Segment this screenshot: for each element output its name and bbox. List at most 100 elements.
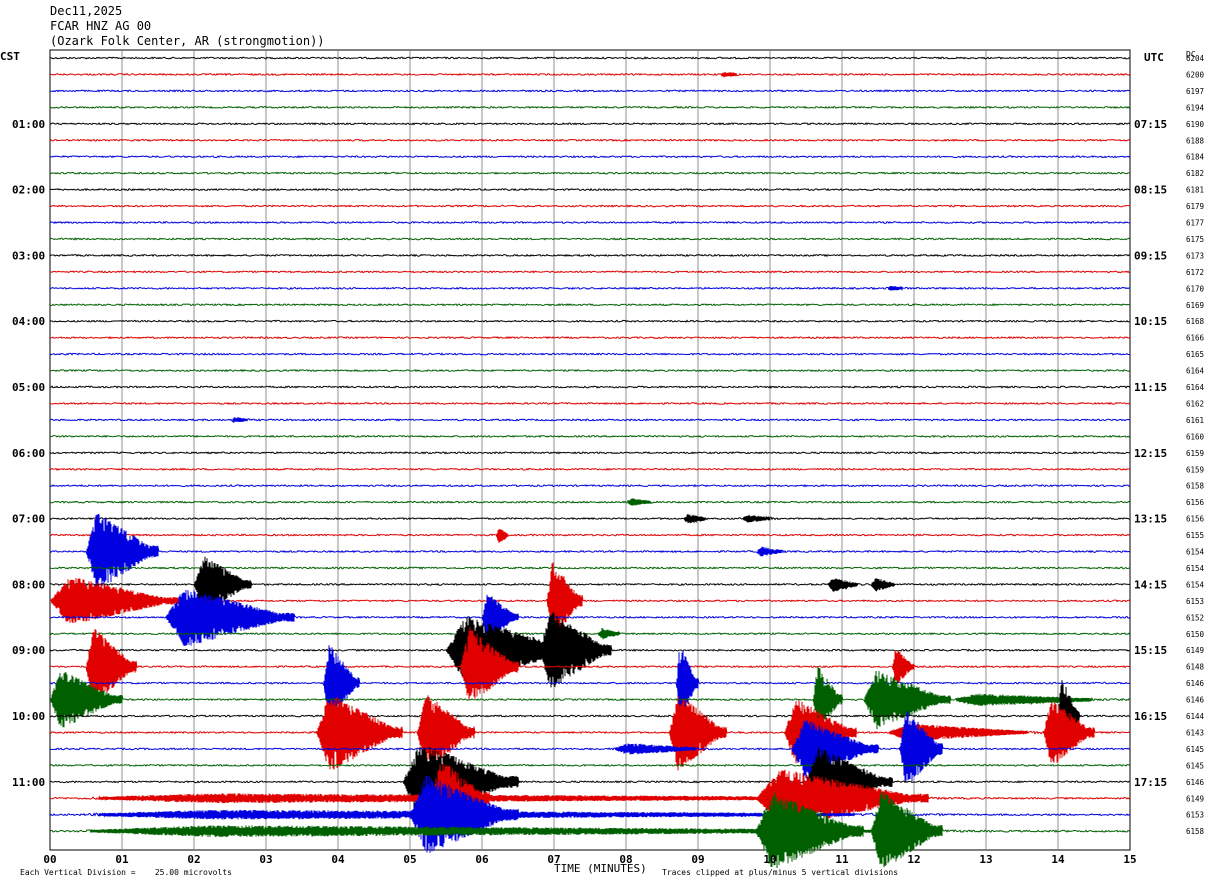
- x-tick-label: 05: [403, 853, 416, 866]
- trace-row: [49, 138, 1131, 142]
- x-tick-label: 02: [187, 853, 200, 866]
- left-time-tick: 05:00: [12, 381, 45, 394]
- trace-row: [49, 154, 1131, 159]
- dc-value: 6204: [1186, 54, 1205, 63]
- dc-value: 6145: [1186, 761, 1204, 770]
- trace-row: [49, 417, 1131, 423]
- trace-row: [49, 434, 1130, 438]
- trace-row: [49, 763, 1131, 767]
- x-tick-label: 09: [691, 853, 704, 866]
- dc-value: 6161: [1186, 416, 1204, 425]
- trace-row: [49, 762, 1131, 836]
- dc-value: 6149: [1186, 646, 1204, 655]
- trace-row: [49, 319, 1131, 323]
- x-tick-label: 00: [43, 853, 56, 866]
- trace-row: [49, 401, 1131, 406]
- dc-value: 6164: [1186, 383, 1205, 392]
- x-tick-label: 03: [259, 853, 272, 866]
- trace-row: [49, 775, 1131, 853]
- left-time-tick: 09:00: [12, 644, 45, 657]
- trace-row: [49, 695, 1131, 771]
- trace-row: [50, 171, 1130, 175]
- dc-value: 6181: [1186, 186, 1204, 195]
- dc-value: 6182: [1186, 169, 1204, 178]
- dc-value: 6145: [1186, 745, 1204, 754]
- right-time-tick: 07:15: [1134, 118, 1167, 131]
- left-time-tick: 10:00: [12, 710, 45, 723]
- right-time-tick: 09:15: [1134, 249, 1167, 262]
- right-time-tick: 15:15: [1134, 644, 1167, 657]
- dc-value: 6168: [1186, 317, 1205, 326]
- dc-value: 6190: [1186, 120, 1205, 129]
- dc-value: 6160: [1186, 432, 1205, 441]
- trace-row: [49, 285, 1130, 292]
- right-time-tick: 12:15: [1134, 447, 1167, 460]
- trace-row: [49, 385, 1131, 389]
- trace-row: [49, 513, 1131, 524]
- dc-value: 6159: [1186, 449, 1204, 458]
- right-time-tick: 10:15: [1134, 315, 1167, 328]
- dc-value: 6150: [1186, 630, 1205, 639]
- trace-row: [49, 467, 1131, 471]
- trace-row: [49, 220, 1131, 225]
- dc-value: 6169: [1186, 301, 1204, 310]
- dc-value: 6144: [1186, 712, 1205, 721]
- dc-value: 6159: [1186, 465, 1204, 474]
- left-time-tick: 07:00: [12, 513, 45, 526]
- x-tick-label: 06: [475, 853, 489, 866]
- left-time-tick: 11:00: [12, 776, 45, 789]
- dc-value: 6148: [1186, 663, 1205, 672]
- left-time-tick: 02:00: [12, 184, 45, 197]
- dc-value: 6184: [1186, 153, 1205, 162]
- dc-value: 6200: [1186, 70, 1205, 79]
- trace-row: [49, 204, 1130, 208]
- trace-row: [49, 498, 1131, 506]
- dc-value: 6153: [1186, 597, 1204, 606]
- dc-value: 6177: [1186, 219, 1204, 228]
- x-axis-title: TIME (MINUTES): [554, 862, 647, 875]
- left-time-tick: 04:00: [12, 315, 45, 328]
- dc-value: 6154: [1186, 548, 1205, 557]
- trace-row: [49, 105, 1131, 109]
- right-time-tick: 08:15: [1134, 184, 1167, 197]
- x-tick-label: 01: [115, 853, 129, 866]
- x-tick-label: 11: [835, 853, 849, 866]
- dc-value: 6153: [1186, 811, 1204, 820]
- dc-value: 6170: [1186, 284, 1205, 293]
- trace-row: [49, 791, 1131, 868]
- left-time-tick: 08:00: [12, 578, 45, 591]
- trace-row: [49, 56, 1131, 60]
- dc-value: 6158: [1186, 482, 1205, 491]
- trace-row: [49, 253, 1131, 258]
- dc-value: 6155: [1186, 531, 1204, 540]
- dc-value: 6154: [1186, 564, 1205, 573]
- trace-row: [49, 711, 1131, 782]
- dc-value: 6146: [1186, 679, 1205, 688]
- dc-value: 6149: [1186, 794, 1204, 803]
- trace-row: [49, 71, 1131, 78]
- trace-row: [49, 368, 1131, 373]
- axis-labels: 01:00 02:00 03:00 04:00 05:00 06:00 07:00 08:00…: [12, 54, 1205, 866]
- x-tick-label: 04: [331, 853, 345, 866]
- x-tick-label: 14: [1051, 853, 1065, 866]
- dc-value: 6146: [1186, 778, 1205, 787]
- dc-value: 6156: [1186, 515, 1205, 524]
- right-time-tick: 17:15: [1134, 776, 1167, 789]
- trace-row: [49, 303, 1131, 307]
- dc-value: 6158: [1186, 827, 1205, 836]
- trace-row: [49, 237, 1131, 241]
- trace-row: [49, 352, 1131, 356]
- trace-row: [49, 666, 1131, 733]
- scale-note: Each Vertical Division = 25.00 microvolt…: [20, 868, 232, 877]
- dc-value: 6188: [1186, 136, 1205, 145]
- dc-value: 6152: [1186, 613, 1204, 622]
- dc-value: 6146: [1186, 696, 1205, 705]
- trace-row: [49, 89, 1130, 93]
- dc-value: 6173: [1186, 251, 1204, 260]
- dc-value: 6175: [1186, 235, 1204, 244]
- x-tick-label: 12: [907, 853, 920, 866]
- dc-value: 6197: [1186, 87, 1204, 96]
- right-time-tick: 14:15: [1134, 578, 1167, 591]
- dc-value: 6162: [1186, 399, 1204, 408]
- dc-value: 6164: [1186, 367, 1205, 376]
